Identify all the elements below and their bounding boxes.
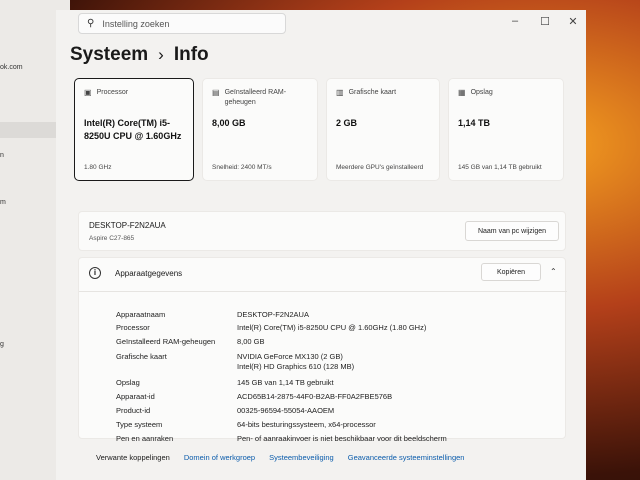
processor-icon: ▣ (84, 88, 92, 97)
specs-title: Apparaatgegevens (115, 269, 183, 278)
processor-card[interactable]: ▣ Processor Intel(R) Core(TM) i5-8250U CP… (74, 78, 194, 181)
link-system-protection[interactable]: Systeembeveiliging (269, 453, 334, 462)
copy-button[interactable]: Kopiëren (481, 263, 541, 281)
fragment-text: ok.com (0, 64, 23, 71)
device-name-panel: DESKTOP-F2N2AUA Aspire C27-865 Naam van … (78, 211, 566, 251)
device-model: Aspire C27-865 (89, 235, 135, 242)
breadcrumb: Systeem › Info (70, 44, 209, 66)
fragment-selection (0, 122, 56, 138)
title-bar: ⚲ Instelling zoeken – ☐ ✕ (56, 10, 586, 36)
storage-icon: ▦ (458, 88, 466, 97)
card-value: 2 GB (336, 118, 358, 128)
maximize-icon[interactable]: ☐ (536, 15, 554, 28)
storage-card[interactable]: ▦ Opslag 1,14 TB 145 GB van 1,14 TB gebru… (448, 78, 564, 181)
card-value: Intel(R) Core(TM) i5-8250U CPU @ 1.60GHz (84, 118, 182, 141)
card-sub: Snelheid: 2400 MT/s (212, 164, 272, 171)
breadcrumb-separator: › (158, 45, 164, 64)
search-input[interactable]: ⚲ Instelling zoeken (78, 13, 286, 34)
fragment-text: n (0, 152, 4, 159)
related-links-label: Verwante koppelingen (96, 453, 170, 462)
card-label: Geïnstalleerd RAM-geheugen (224, 89, 287, 106)
settings-window: ⚲ Instelling zoeken – ☐ ✕ Systeem › Info… (56, 10, 586, 480)
link-advanced-system-settings[interactable]: Geavanceerde systeeminstellingen (348, 453, 465, 462)
divider (79, 291, 567, 292)
ram-card[interactable]: ▤ Geïnstalleerd RAM-geheugen 8,00 GB Snel… (202, 78, 318, 181)
related-links: Verwante koppelingen Domein of werkgroep… (96, 453, 464, 462)
rename-pc-button[interactable]: Naam van pc wijzigen (465, 221, 559, 241)
card-label: Processor (96, 89, 129, 96)
gpu-icon: ▥ (336, 88, 344, 97)
info-icon: i (89, 267, 101, 279)
gpu-card[interactable]: ▥ Grafische kaart 2 GB Meerdere GPU's geï… (326, 78, 440, 181)
card-value: 1,14 TB (458, 118, 491, 128)
breadcrumb-parent[interactable]: Systeem (70, 44, 148, 66)
card-label: Grafische kaart (348, 89, 397, 96)
ram-icon: ▤ (212, 88, 220, 97)
fragment-text: m (0, 199, 6, 206)
card-sub: 145 GB van 1,14 TB gebruikt (458, 164, 542, 171)
card-value: 8,00 GB (212, 118, 246, 128)
card-sub: Meerdere GPU's geïnstalleerd (336, 164, 424, 171)
card-label: Opslag (470, 89, 493, 96)
card-sub: 1.80 GHz (84, 164, 112, 171)
fragment-text: g (0, 341, 4, 348)
link-domain-workgroup[interactable]: Domein of werkgroep (184, 453, 255, 462)
device-name: DESKTOP-F2N2AUA (89, 221, 166, 230)
chevron-up-icon[interactable]: ⌃ (550, 267, 557, 276)
close-icon[interactable]: ✕ (564, 15, 582, 28)
search-icon: ⚲ (87, 18, 95, 29)
search-placeholder: Instelling zoeken (102, 18, 170, 29)
page-title: Info (173, 44, 209, 65)
device-specs-panel: i Apparaatgegevens Kopiëren ⌃ Apparaatna… (78, 257, 567, 443)
minimize-icon[interactable]: – (506, 15, 524, 27)
